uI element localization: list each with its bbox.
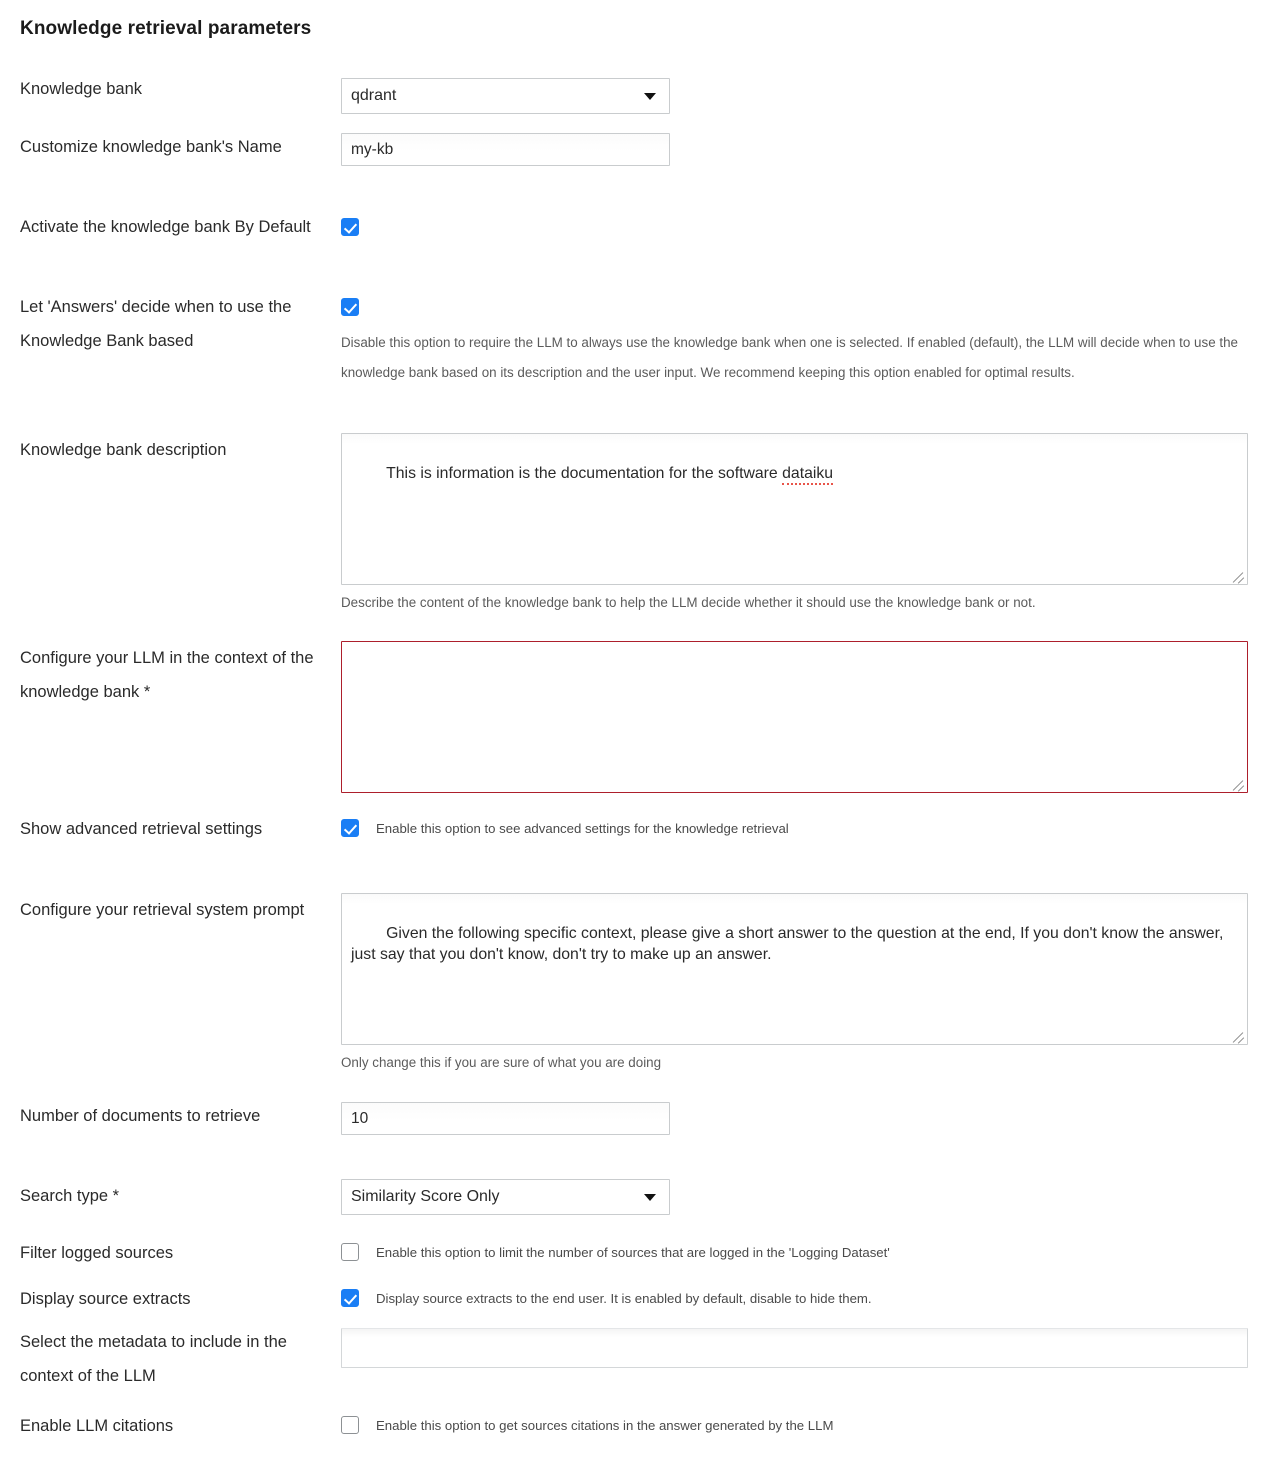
- show-advanced-caption: Enable this option to see advanced setti…: [376, 821, 789, 836]
- label-llm-context: Configure your LLM in the context of the…: [20, 649, 314, 701]
- enable-citations-checkbox[interactable]: [341, 1416, 359, 1434]
- filter-logged-sources-checkbox[interactable]: [341, 1243, 359, 1261]
- label-metadata-select: Select the metadata to include in the co…: [20, 1333, 287, 1385]
- let-answers-decide-description: Disable this option to require the LLM t…: [341, 335, 1238, 380]
- kb-description-value-prefix: This is information is the documentation…: [386, 465, 783, 482]
- resize-handle-icon[interactable]: [1231, 568, 1245, 582]
- chevron-down-icon: [644, 1193, 656, 1201]
- metadata-multiselect[interactable]: [341, 1328, 1248, 1368]
- llm-context-textarea[interactable]: [341, 641, 1248, 793]
- label-display-source-extracts: Display source extracts: [20, 1290, 191, 1308]
- knowledge-bank-selected-value: qdrant: [351, 87, 397, 104]
- label-let-answers-decide: Let 'Answers' decide when to use the Kno…: [20, 298, 292, 350]
- chevron-down-icon: [644, 92, 656, 100]
- customize-name-input[interactable]: my-kb: [341, 133, 670, 166]
- display-source-extracts-caption: Display source extracts to the end user.…: [376, 1291, 872, 1306]
- customize-name-value: my-kb: [351, 140, 394, 158]
- label-kb-description: Knowledge bank description: [20, 441, 227, 459]
- label-knowledge-bank: Knowledge bank: [20, 80, 143, 98]
- resize-handle-icon[interactable]: [1231, 776, 1245, 790]
- activate-by-default-checkbox[interactable]: [341, 218, 359, 236]
- page-title: Knowledge retrieval parameters: [20, 18, 312, 39]
- search-type-selected-value: Similarity Score Only: [351, 1188, 500, 1205]
- label-filter-logged-sources: Filter logged sources: [20, 1244, 174, 1262]
- display-source-extracts-checkbox[interactable]: [341, 1289, 359, 1307]
- retrieval-prompt-helper: Only change this if you are sure of what…: [341, 1055, 662, 1070]
- label-search-type: Search type *: [20, 1187, 120, 1205]
- knowledge-retrieval-form: Knowledge retrieval parameters Knowledge…: [0, 0, 1266, 1466]
- label-retrieval-prompt: Configure your retrieval system prompt: [20, 901, 305, 919]
- kb-description-textarea[interactable]: This is information is the documentation…: [341, 433, 1248, 585]
- filter-logged-sources-caption: Enable this option to limit the number o…: [376, 1245, 890, 1260]
- retrieval-prompt-value: Given the following specific context, pl…: [351, 925, 1228, 963]
- label-enable-citations: Enable LLM citations: [20, 1417, 174, 1435]
- resize-handle-icon[interactable]: [1231, 1028, 1245, 1042]
- show-advanced-checkbox[interactable]: [341, 819, 359, 837]
- num-documents-value: 10: [351, 1109, 369, 1127]
- knowledge-bank-select[interactable]: qdrant: [341, 78, 670, 114]
- kb-description-helper: Describe the content of the knowledge ba…: [341, 595, 1036, 610]
- label-show-advanced: Show advanced retrieval settings: [20, 820, 263, 838]
- enable-citations-caption: Enable this option to get sources citati…: [376, 1418, 834, 1433]
- label-activate-default: Activate the knowledge bank By Default: [20, 218, 311, 236]
- label-customize-name: Customize knowledge bank's Name: [20, 138, 282, 156]
- retrieval-prompt-textarea[interactable]: Given the following specific context, pl…: [341, 893, 1248, 1045]
- kb-description-value-misspelled: dataiku: [782, 465, 834, 485]
- search-type-select[interactable]: Similarity Score Only: [341, 1179, 670, 1215]
- num-documents-input[interactable]: 10: [341, 1102, 670, 1135]
- let-answers-decide-checkbox[interactable]: [341, 298, 359, 316]
- label-num-documents: Number of documents to retrieve: [20, 1107, 261, 1125]
